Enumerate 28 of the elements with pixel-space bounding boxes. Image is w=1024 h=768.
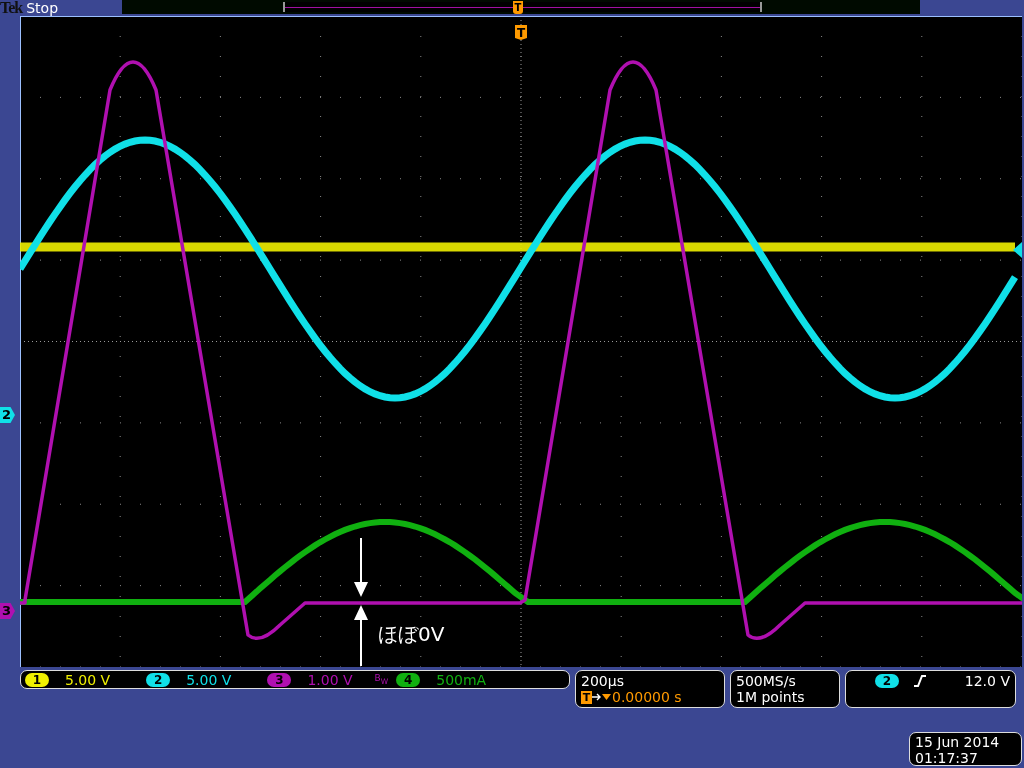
channel-scale: 5.00 V <box>186 671 232 688</box>
annotation-label: ほぼ0V <box>378 622 445 646</box>
trigger-level-icon <box>1013 242 1022 258</box>
acquisition-status: Stop <box>26 0 59 16</box>
trigger-level: 12.0 V <box>964 673 1010 689</box>
date-label: 15 Jun 2014 <box>915 734 1001 750</box>
channel-scale: 500mA <box>436 671 487 688</box>
channel-badge[interactable]: 1 <box>25 672 49 687</box>
trigger-label: T <box>581 690 592 704</box>
trigger-source-badge[interactable]: 2 <box>875 674 899 688</box>
channel-marker[interactable]: 2 <box>0 407 15 423</box>
channel-badge[interactable]: 2 <box>146 672 171 687</box>
channel-marker[interactable]: 3 <box>0 603 15 619</box>
time-scale: 200µs <box>581 673 625 689</box>
bandwidth-limit-label: B$_{W}$ <box>374 673 389 686</box>
channel-badge[interactable]: 4 <box>396 672 421 687</box>
record-length: 1M points <box>736 689 806 705</box>
time-label: 01:17:37 <box>915 750 979 766</box>
up-arrow <box>354 605 368 667</box>
channel-scale: 5.00 V <box>65 671 111 688</box>
down-arrow <box>354 537 368 597</box>
trigger-delay: 0.00000 s <box>612 689 682 705</box>
sample-rate: 500MS/s <box>736 673 797 689</box>
arrow-right-triangle-icon <box>592 691 612 703</box>
brand-label: Tek <box>0 0 23 16</box>
channel-scale: 1.00 V <box>307 671 353 688</box>
channel-badge[interactable]: 3 <box>267 672 292 687</box>
trigger-position-marker: T <box>513 1 523 14</box>
